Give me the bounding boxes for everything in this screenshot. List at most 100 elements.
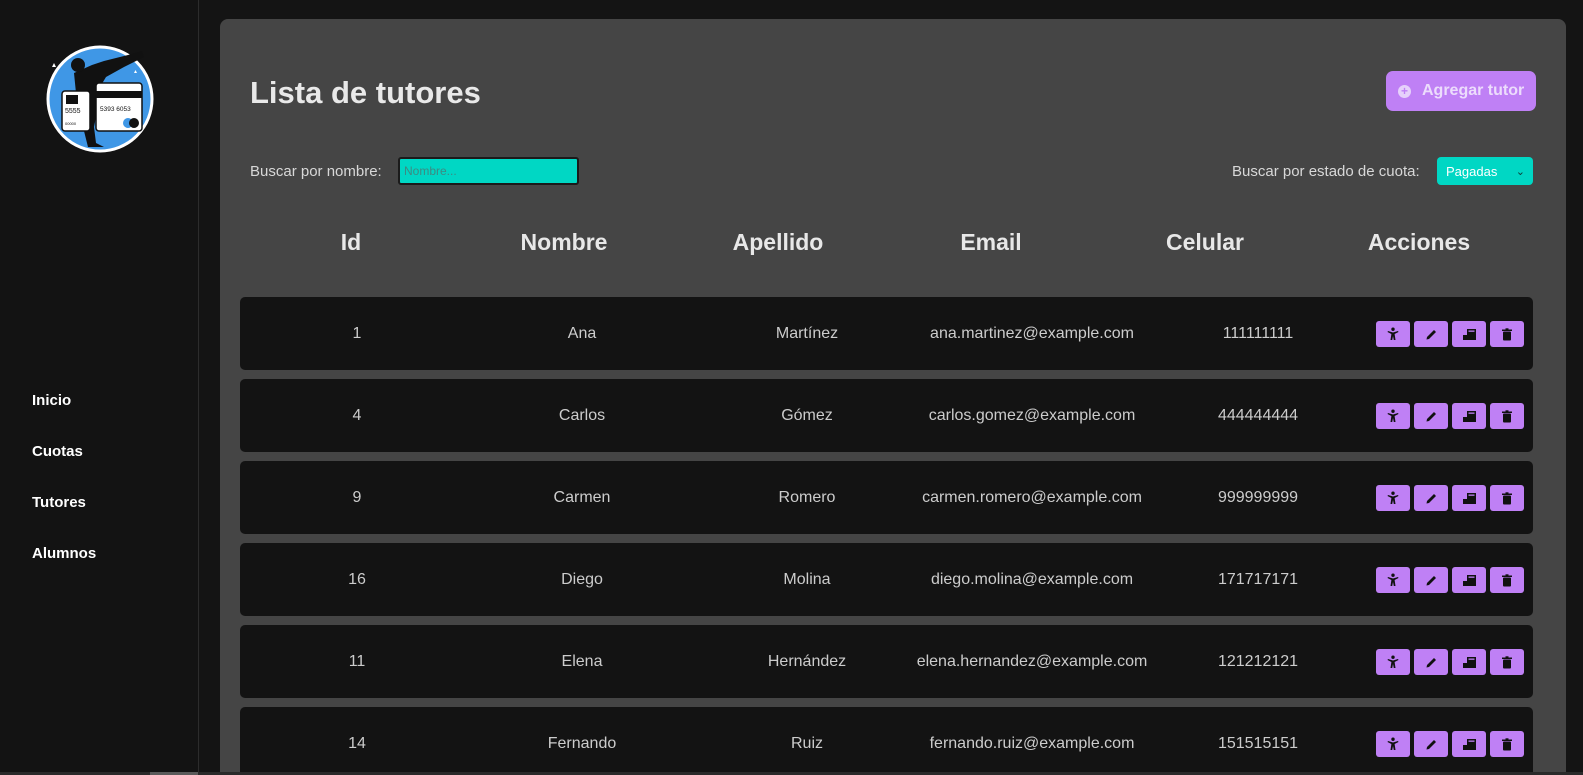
cell-nombre: Carmen [553, 489, 611, 506]
pencil-icon [1426, 575, 1436, 585]
cell-apellido: Molina [783, 571, 831, 588]
trash-icon [1502, 327, 1512, 340]
cell-id: 11 [348, 653, 366, 670]
delete-button[interactable] [1490, 567, 1524, 593]
trash-icon [1502, 573, 1512, 586]
cell-nombre: Fernando [547, 735, 617, 752]
payment-icon [1462, 328, 1476, 340]
cell-celular: 151515151 [1217, 735, 1299, 752]
delete-button[interactable] [1490, 649, 1524, 675]
nav-item-alumnos[interactable]: Alumnos [32, 545, 96, 596]
search-name-label: Buscar por nombre: [250, 163, 382, 180]
cell-email: fernando.ruiz@example.com [929, 735, 1135, 752]
table-row: 16 Diego Molina diego.molina@example.com… [240, 543, 1533, 616]
cell-celular: 111111111 [1222, 325, 1294, 342]
payment-icon [1462, 656, 1476, 668]
trash-icon [1502, 409, 1512, 422]
cell-apellido: Ruiz [790, 735, 824, 752]
delete-button[interactable] [1490, 321, 1524, 347]
payments-button[interactable] [1452, 731, 1486, 757]
cell-id: 4 [352, 407, 362, 424]
edit-button[interactable] [1414, 649, 1448, 675]
edit-button[interactable] [1414, 403, 1448, 429]
cell-email: carmen.romero@example.com [922, 489, 1142, 506]
cell-apellido: Martínez [775, 325, 839, 342]
table-header: Id Nombre Apellido Email Celular Accione… [240, 229, 1533, 259]
nav-item-tutores[interactable]: Tutores [32, 494, 96, 545]
status-filter-select[interactable]: Pagadas ⌄ [1437, 157, 1533, 185]
table-row: 11 Elena Hernández elena.hernandez@examp… [240, 625, 1533, 698]
cell-celular: 171717171 [1217, 571, 1299, 588]
karate-figure-icon [1387, 327, 1399, 340]
view-students-button[interactable] [1376, 485, 1410, 511]
cell-email: diego.molina@example.com [930, 571, 1134, 588]
cell-apellido: Gómez [781, 407, 833, 424]
row-actions [1376, 649, 1524, 675]
payment-icon [1462, 410, 1476, 422]
payments-button[interactable] [1452, 485, 1486, 511]
row-actions [1376, 731, 1524, 757]
delete-button[interactable] [1490, 731, 1524, 757]
payments-button[interactable] [1452, 567, 1486, 593]
edit-button[interactable] [1414, 321, 1448, 347]
cell-id: 9 [352, 489, 362, 506]
karate-figure-icon [1387, 409, 1399, 422]
cell-apellido: Romero [778, 489, 836, 506]
cell-nombre: Ana [567, 325, 597, 342]
cell-apellido: Hernández [767, 653, 847, 670]
view-students-button[interactable] [1376, 403, 1410, 429]
sidebar-nav: Inicio Cuotas Tutores Alumnos [32, 392, 96, 596]
app: 5555 00000 5393 6053 Inicio Cuotas Tutor… [0, 0, 1583, 775]
row-actions [1376, 321, 1524, 347]
payment-icon [1462, 738, 1476, 750]
search-name-input[interactable] [398, 157, 579, 185]
pencil-icon [1426, 493, 1436, 503]
logo-card-number-left: 5555 [65, 108, 81, 115]
status-filter-label: Buscar por estado de cuota: [1232, 163, 1420, 180]
payments-button[interactable] [1452, 321, 1486, 347]
cell-nombre: Carlos [558, 407, 606, 424]
cell-celular: 121212121 [1217, 653, 1299, 670]
cell-nombre: Elena [561, 653, 603, 670]
column-header-acciones: Acciones [1367, 229, 1471, 255]
view-students-button[interactable] [1376, 567, 1410, 593]
cell-id: 14 [348, 735, 366, 752]
table-row: 1 Ana Martínez ana.martinez@example.com … [240, 297, 1533, 370]
trash-icon [1502, 655, 1512, 668]
sidebar: 5555 00000 5393 6053 Inicio Cuotas Tutor… [0, 0, 199, 775]
edit-button[interactable] [1414, 567, 1448, 593]
page-title: Lista de tutores [250, 75, 481, 110]
row-actions [1376, 403, 1524, 429]
pencil-icon [1426, 657, 1436, 667]
status-filter-value: Pagadas [1446, 163, 1498, 179]
karate-kick-payment-card-logo: 5555 00000 5393 6053 [46, 45, 154, 153]
plus-circle-icon: + [1398, 84, 1411, 98]
edit-button[interactable] [1414, 485, 1448, 511]
nav-item-inicio[interactable]: Inicio [32, 392, 96, 443]
karate-figure-icon [1387, 737, 1399, 750]
karate-figure-icon [1387, 655, 1399, 668]
karate-figure-icon [1387, 573, 1399, 586]
main-panel: Lista de tutores + Agregar tutor Buscar … [220, 19, 1566, 775]
payment-icon [1462, 492, 1476, 504]
payments-button[interactable] [1452, 403, 1486, 429]
nav-item-cuotas[interactable]: Cuotas [32, 443, 96, 494]
trash-icon [1502, 737, 1512, 750]
column-header-nombre: Nombre [520, 229, 608, 255]
cell-id: 16 [348, 571, 366, 588]
view-students-button[interactable] [1376, 649, 1410, 675]
cell-email: elena.hernandez@example.com [916, 653, 1148, 670]
table-row: 9 Carmen Romero carmen.romero@example.co… [240, 461, 1533, 534]
view-students-button[interactable] [1376, 321, 1410, 347]
column-header-id: Id [340, 229, 362, 255]
column-header-apellido: Apellido [732, 229, 824, 255]
delete-button[interactable] [1490, 485, 1524, 511]
payments-button[interactable] [1452, 649, 1486, 675]
view-students-button[interactable] [1376, 731, 1410, 757]
add-tutor-button[interactable]: + Agregar tutor [1386, 71, 1536, 111]
delete-button[interactable] [1490, 403, 1524, 429]
cell-email: ana.martinez@example.com [930, 325, 1134, 342]
logo-card-number-right: 5393 6053 [100, 106, 131, 113]
payment-icon [1462, 574, 1476, 586]
edit-button[interactable] [1414, 731, 1448, 757]
